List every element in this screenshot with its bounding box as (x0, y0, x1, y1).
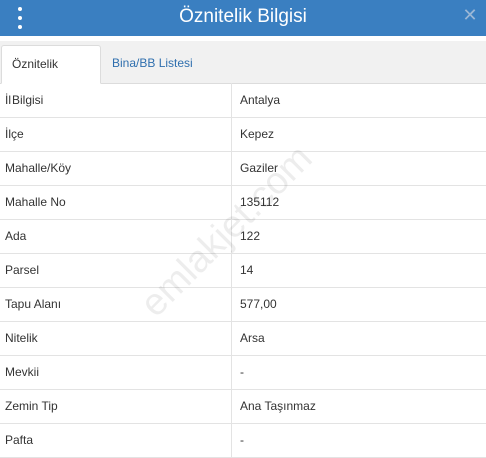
attribute-key: Parsel (0, 253, 232, 287)
attribute-value: Arsa (232, 321, 486, 355)
attribute-value: 577,00 (232, 287, 486, 321)
attribute-key: İlçe (0, 117, 232, 151)
attribute-value: 135112 (232, 185, 486, 219)
table-row: Pafta - (0, 423, 486, 457)
table-row: İlçe Kepez (0, 117, 486, 151)
attribute-key: Nitelik (0, 321, 232, 355)
table-row: İl Antalya (0, 83, 486, 117)
attribute-key: Mahalle No (0, 185, 232, 219)
attribute-key: Pafta (0, 423, 232, 457)
attribute-value: - (232, 355, 486, 389)
table-row: Mahalle/Köy Gaziler (0, 151, 486, 185)
close-icon[interactable]: ✕ (460, 6, 480, 26)
attribute-key: Mevkii (0, 355, 232, 389)
attribute-value: 14 (232, 253, 486, 287)
window-title: Öznitelik Bilgisi (0, 0, 486, 36)
table-row: Ada 122 (0, 219, 486, 253)
tab-oznitelik-bilgisi[interactable]: Öznitelik Bilgisi (1, 45, 101, 84)
table-row: Tapu Alanı 577,00 (0, 287, 486, 321)
attribute-key: Ada (0, 219, 232, 253)
attribute-key: Zemin Tip (0, 389, 232, 423)
attribute-key: Tapu Alanı (0, 287, 232, 321)
table-row: Parsel 14 (0, 253, 486, 287)
attribute-key: Mahalle/Köy (0, 151, 232, 185)
table-row: Mahalle No 135112 (0, 185, 486, 219)
attribute-value: Ana Taşınmaz (232, 389, 486, 423)
attribute-value: Gaziler (232, 151, 486, 185)
tab-bina-bb-listesi[interactable]: Bina/BB Listesi (102, 45, 203, 83)
attribute-value: - (232, 423, 486, 457)
attribute-value: 122 (232, 219, 486, 253)
table-row: Nitelik Arsa (0, 321, 486, 355)
attribute-table: İl Antalya İlçe Kepez Mahalle/Köy Gazile… (0, 83, 486, 458)
tab-bar: Öznitelik Bilgisi Bina/BB Listesi (0, 41, 486, 84)
attribute-value: Antalya (232, 83, 486, 117)
attribute-value: Kepez (232, 117, 486, 151)
title-bar: Öznitelik Bilgisi ✕ (0, 0, 486, 36)
attribute-key: İl (0, 83, 232, 117)
table-row: Mevkii - (0, 355, 486, 389)
table-row: Zemin Tip Ana Taşınmaz (0, 389, 486, 423)
